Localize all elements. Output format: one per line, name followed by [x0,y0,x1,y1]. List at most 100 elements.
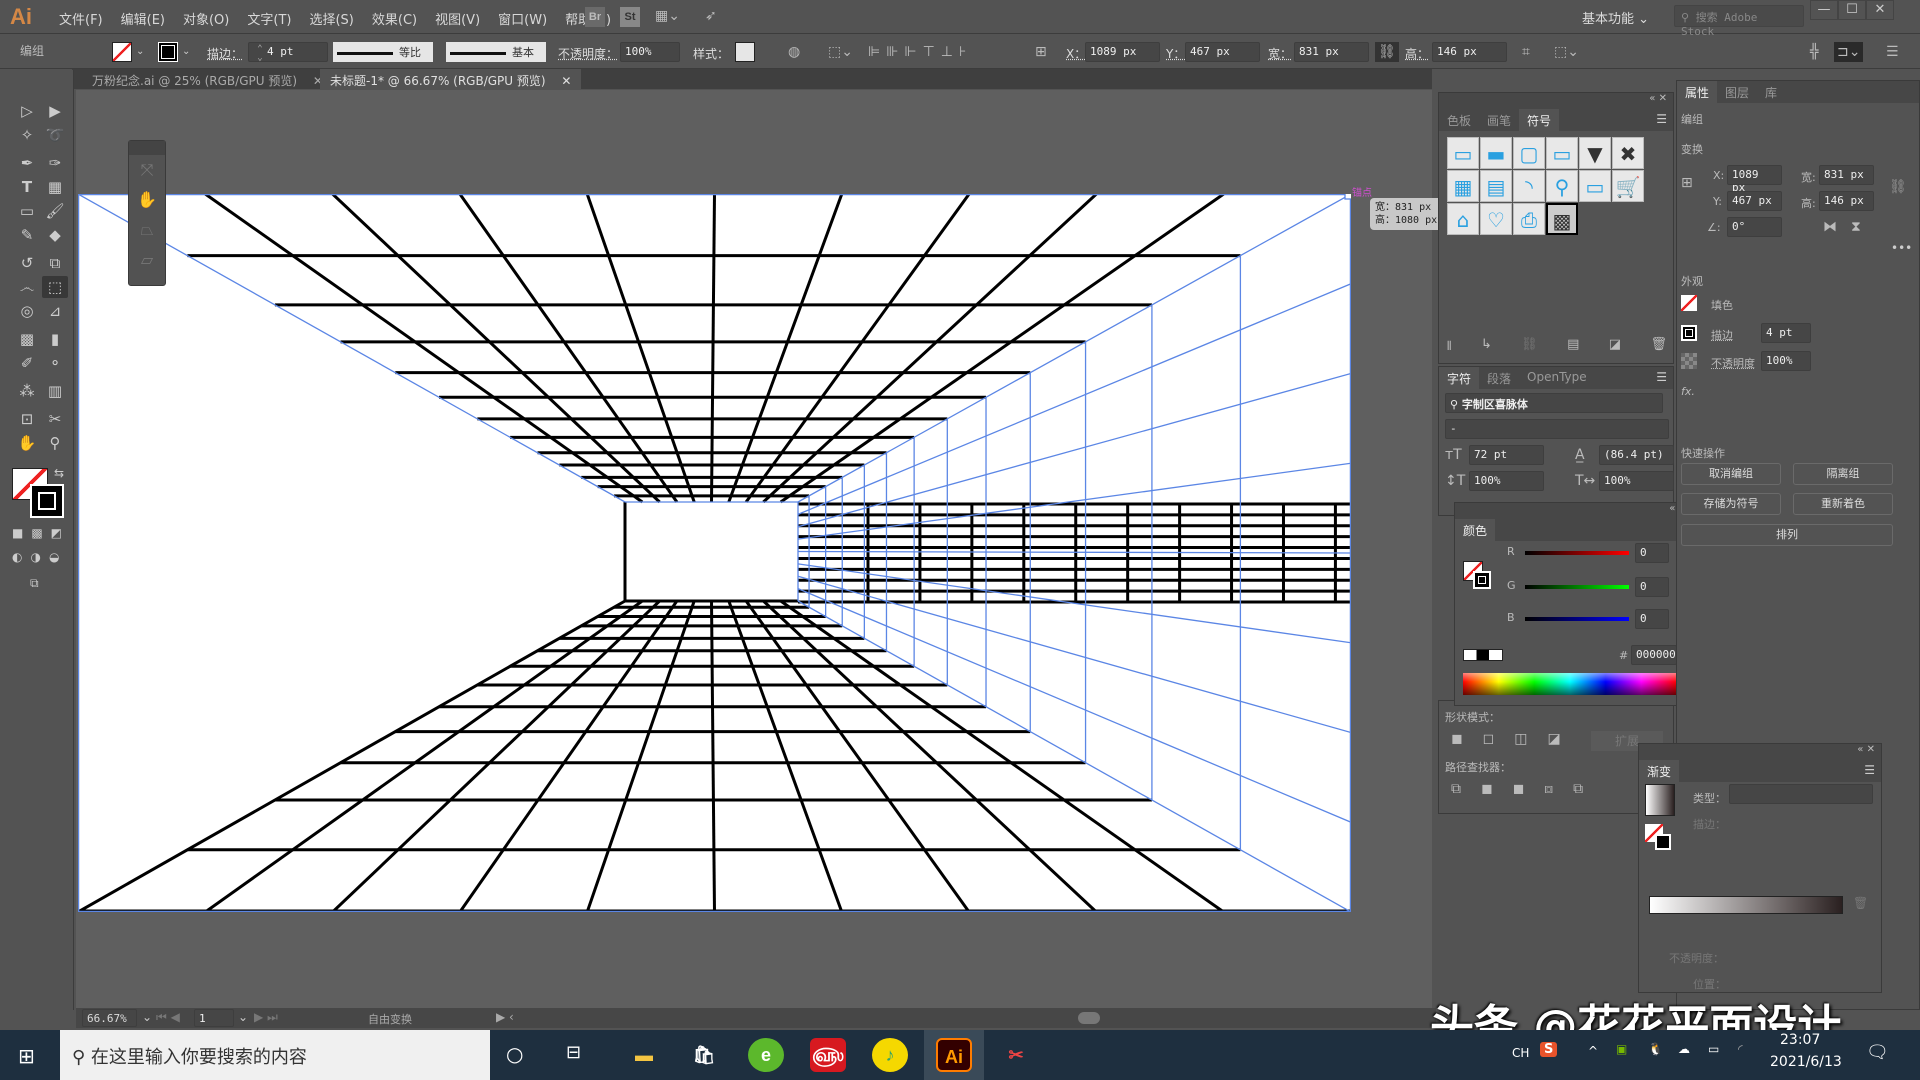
color-mode-buttons[interactable]: ■▩◩ [12,526,70,540]
isolate-group-button[interactable]: 隔离组 [1793,463,1893,485]
zoom-field[interactable]: 66.67% [82,1009,137,1027]
blue-field[interactable]: 0 [1635,609,1669,629]
show-hidden-icons[interactable]: ^ [1588,1044,1598,1058]
height-field[interactable]: 146 px [1432,42,1507,62]
height-field[interactable]: 146 px [1819,191,1874,211]
tab-gradient[interactable]: 渐变 [1639,760,1680,782]
menu-object[interactable]: 对象(O) [174,9,238,28]
minimize-button[interactable]: — [1810,0,1838,20]
fill-swatch[interactable] [112,42,132,62]
horizontal-scale-field[interactable]: 100% [1599,471,1674,491]
first-page-icon[interactable]: ⏮ ◀ [156,1010,180,1025]
delete-stop-icon[interactable]: 🗑 [1853,896,1868,910]
eraser-tool-icon[interactable]: ◆ [42,224,68,246]
symbol-sprayer-tool-icon[interactable]: ⁂ [14,380,40,402]
panel-menu-icon[interactable]: ☰ [1858,760,1881,782]
scale-tool-icon[interactable]: ⧉ [42,252,68,274]
x-field[interactable]: 1089 px [1085,42,1160,62]
tab-color[interactable]: 颜色 [1455,519,1496,541]
tab-properties[interactable]: 属性 [1677,81,1718,103]
bridge-icon[interactable]: Br [585,7,605,27]
menu-view[interactable]: 视图(V) [426,9,489,28]
netease-music-icon[interactable]: ௵ [810,1038,846,1072]
stroke-dropdown-icon[interactable]: ⌄ [182,46,190,66]
grid-tool-icon[interactable]: ▦ [42,176,68,198]
illustrator-app-icon[interactable]: Ai [936,1038,972,1072]
fx-icon[interactable]: fx. [1681,385,1695,398]
perspective-distort-icon[interactable]: ⏢ [129,215,165,245]
y-field[interactable]: 467 px [1185,42,1260,62]
perspective-grid-tool-icon[interactable]: ⊿ [42,300,68,322]
shape-builder-tool-icon[interactable]: ◎ [14,300,40,322]
qq-icon[interactable]: 🐧 [1648,1042,1663,1056]
symbol-dropdown-bar-icon[interactable]: ▭ [1546,137,1578,169]
isolate-icon[interactable]: ⬚⌄ [1554,42,1579,62]
new-symbol-icon[interactable]: ◪ [1609,337,1621,359]
constrain-icon[interactable]: ⤧ [129,155,165,185]
swap-colors-icon[interactable]: ⇆ [54,466,64,480]
anchor-handle[interactable] [1344,194,1351,200]
free-transform-tool-icon[interactable]: ⬚ [42,276,68,298]
y-field[interactable]: 467 px [1727,191,1782,211]
opacity-field[interactable]: 100% [620,42,680,62]
free-distort-icon[interactable]: ⏥ [129,245,165,275]
x-field[interactable]: 1089 px [1727,165,1782,194]
opacity-label[interactable]: 不透明度： [558,45,618,65]
browser-icon[interactable]: e [748,1038,784,1072]
snipping-tool-icon[interactable]: ✂ [998,1038,1034,1072]
red-slider[interactable] [1525,551,1629,555]
symbol-printer-icon[interactable]: ⎙ [1513,203,1545,235]
recolor-icon[interactable]: ◍ [788,42,800,62]
menu-effect[interactable]: 效果(C) [363,9,426,28]
wifi-icon[interactable]: ◜ [1738,1042,1743,1056]
zoom-tool-icon[interactable]: ⚲ [42,432,68,454]
panel-menu-icon[interactable]: ☰ [1650,367,1673,389]
symbol-film-icon[interactable]: ▤ [1480,170,1512,202]
clock-time[interactable]: 23:07 [1780,1032,1820,1048]
tab-brushes[interactable]: 画笔 [1479,109,1519,131]
tab-paragraph[interactable]: 段落 [1479,367,1519,389]
gradient-slider[interactable] [1649,896,1843,914]
tab-doc-1[interactable]: 万粉纪念.ai @ 25% (RGB/GPU 预览) ✕ [82,69,333,89]
onedrive-icon[interactable]: ☁ [1678,1042,1690,1056]
menu-file[interactable]: 文件(F) [50,9,112,28]
ungroup-button[interactable]: 取消编组 [1681,463,1781,485]
stroke-color-swatch[interactable] [1473,571,1491,589]
fill-swatch[interactable] [1681,295,1697,311]
stock-search-input[interactable]: ⚲ 搜索 Adobe Stock [1674,5,1804,38]
flip-icons[interactable]: ⧓⧗ [1823,217,1875,237]
qq-music-icon[interactable]: ♪ [872,1038,908,1072]
pen-tool-icon[interactable]: ✒ [14,152,40,174]
panel-menu-icon[interactable]: ☰ [1650,109,1673,131]
stroke-weight-field[interactable]: ⌃ ⌄ 4 pt [248,42,328,63]
warp-tool-icon[interactable]: ෴ [14,276,40,298]
artboard-dropdown-icon[interactable]: ⌄ [238,1010,248,1024]
tab-layers[interactable]: 图层 [1717,81,1757,103]
green-field[interactable]: 0 [1635,577,1669,597]
mesh-tool-icon[interactable]: ▩ [14,328,40,350]
stroke-color-swatch[interactable] [30,484,64,518]
font-style-field[interactable]: - [1445,419,1669,439]
arrange-documents-icon[interactable]: ▦⌄ [655,6,680,26]
stroke-label[interactable]: 描边 [1711,327,1733,343]
close-icon[interactable]: ✕ [561,74,571,88]
pixel-snap-icon[interactable]: ╬ [1810,42,1818,62]
stock-icon[interactable]: St [620,7,640,27]
symbol-button-blank-icon[interactable]: ▭ [1447,137,1479,169]
align-buttons[interactable]: ⊫⊪⊩⊤⊥⊦ [868,42,972,62]
ime-indicator[interactable]: CH [1512,1046,1529,1060]
symbol-search-icon[interactable]: ⚲ [1546,170,1578,202]
type-dropdown[interactable] [1729,784,1873,804]
tab-symbols[interactable]: 符号 [1519,109,1560,131]
stroke-swatch[interactable] [1681,325,1697,341]
recolor-button[interactable]: 重新着色 [1793,493,1893,515]
fill-dropdown-icon[interactable]: ⌄ [136,46,144,66]
collapse-icon[interactable]: « [1857,744,1863,755]
align-to-icon[interactable]: ⬚⌄ [828,42,853,62]
lasso-tool-icon[interactable]: ➰ [42,124,68,146]
font-size-field[interactable]: 72 pt [1469,445,1544,465]
curvature-tool-icon[interactable]: ✑ [42,152,68,174]
reference-point-icon[interactable]: ⊞ [1681,173,1693,193]
windows-start-icon[interactable]: ⊞ [18,1044,35,1068]
collapse-icon[interactable]: « [1669,503,1675,514]
